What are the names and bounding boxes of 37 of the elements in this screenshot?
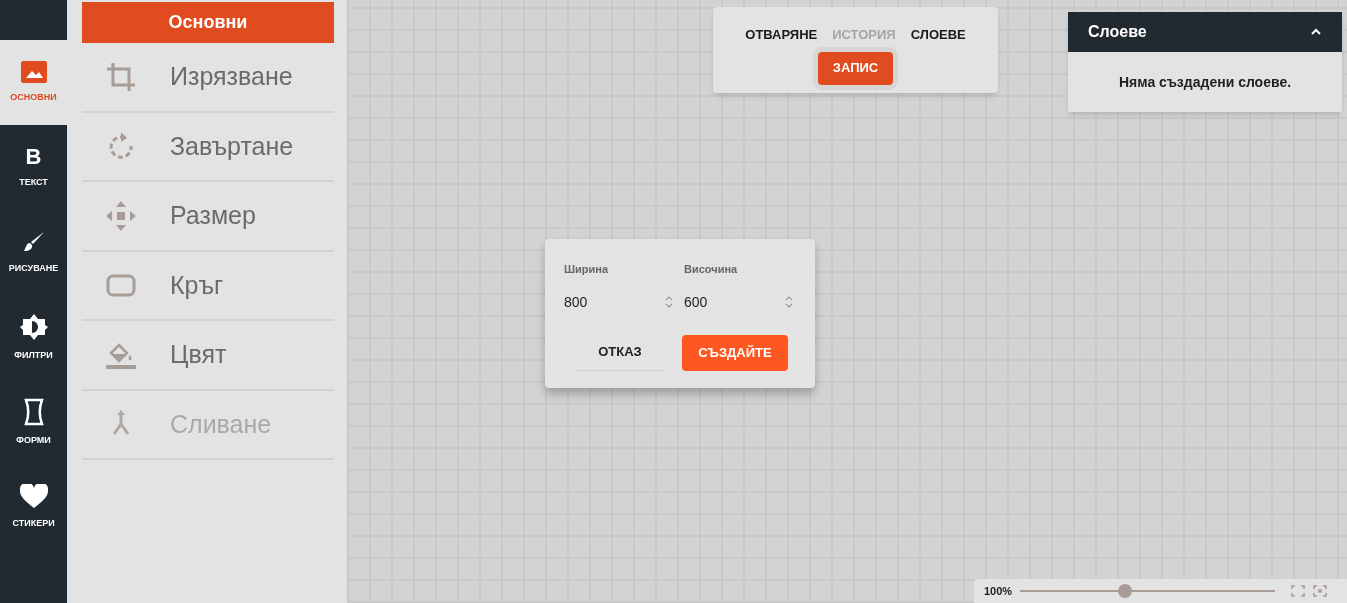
- crop-icon: [105, 60, 137, 93]
- bold-letter-icon: B: [25, 145, 42, 168]
- frame-icon: [23, 397, 44, 426]
- menu-item[interactable]: СЛОЕВЕ: [910, 25, 966, 45]
- filter-icon: [19, 312, 48, 341]
- spinner-arrows-icon[interactable]: [784, 295, 794, 309]
- number-field[interactable]: 800: [564, 291, 644, 313]
- zoom-level: 100%: [984, 583, 1013, 599]
- number-field[interactable]: 600: [684, 291, 764, 313]
- heart-icon: [19, 484, 48, 510]
- spinner-arrows-icon[interactable]: [664, 295, 674, 309]
- field-label: Ширина: [564, 262, 610, 277]
- sidebar-tab[interactable]: ФИЛТРИ: [0, 295, 67, 380]
- empty-layers-message: Няма създадени слоеве.: [1118, 72, 1292, 92]
- zoom-slider[interactable]: [1020, 584, 1276, 598]
- sidebar-tab[interactable]: B ТЕКСТ: [0, 125, 67, 210]
- tool-item[interactable]: Размер: [82, 182, 334, 252]
- focus-icon[interactable]: [1313, 585, 1328, 597]
- sidebar-tab[interactable]: РИСУВАНЕ: [0, 210, 67, 295]
- brush-icon: [21, 229, 46, 254]
- tool-item[interactable]: Цвят: [82, 321, 334, 391]
- move-arrows-icon: [105, 199, 137, 232]
- zoom-slider-thumb[interactable]: [1117, 584, 1132, 598]
- menu-item[interactable]: ОТВАРЯНЕ: [745, 25, 818, 45]
- tool-item[interactable]: Завъртане: [82, 112, 334, 182]
- fit-screen-icon[interactable]: [1291, 585, 1306, 597]
- layers-header[interactable]: Слоеве: [1068, 12, 1342, 52]
- chevron-up-icon[interactable]: [1310, 28, 1322, 36]
- panel-title: Основни: [82, 2, 334, 43]
- cancel-button[interactable]: ОТКАЗ: [575, 334, 665, 371]
- sidebar-tab[interactable]: СТИКЕРИ: [0, 465, 67, 550]
- layers-title: Слоеве: [1088, 22, 1147, 42]
- tool-item[interactable]: Изрязване: [82, 43, 334, 113]
- tool-item[interactable]: Кръг: [82, 251, 334, 321]
- image-icon: [20, 60, 47, 83]
- field-label: Височина: [684, 262, 739, 277]
- sidebar-tab[interactable]: ФОРМИ: [0, 380, 67, 465]
